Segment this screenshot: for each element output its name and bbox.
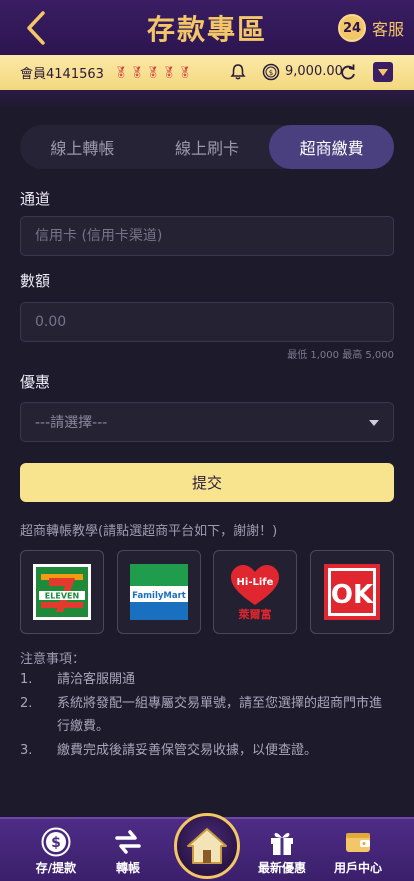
note-text: 繳費完成後請妥善保管交易收據，以便查證。 [57, 743, 318, 758]
medal-icon: 🏅︎ [145, 66, 160, 79]
channel-label: 通道 [20, 190, 51, 208]
balance-value: 9,000.00 [285, 64, 343, 79]
note-item: 2. 系統將發配一組專屬交易單號，請至您選擇的超商門市進行繳費。 [20, 692, 394, 738]
ok-mart-logo-icon: OK [323, 564, 380, 620]
member-id: 會員4141563 [20, 67, 104, 82]
svg-text:$: $ [269, 69, 273, 77]
amount-input[interactable] [35, 314, 379, 330]
hilife-text: 萊爾富 [238, 607, 272, 621]
tab-online-transfer[interactable]: 線上轉帳 [20, 125, 145, 169]
note-item: 3. 繳費完成後請妥善保管交易收據，以便查證。 [20, 739, 394, 762]
amount-field[interactable] [20, 302, 394, 342]
wallet-icon [346, 833, 370, 852]
hilife-logo-icon: Hi-Life 萊爾富 [231, 565, 280, 621]
note-text: 系統將發配一組專屬交易單號，請至您選擇的超商門市進行繳費。 [57, 696, 383, 734]
refresh-icon[interactable] [340, 63, 356, 81]
note-number: 1. [20, 672, 33, 687]
caret-down-icon [378, 68, 388, 76]
note-item: 1. 請洽客服開通 [20, 668, 394, 691]
nav-user-center[interactable]: 用戶中心 [328, 827, 388, 879]
top-bar: 存款專區 24 客服 [0, 0, 414, 55]
store-hilife[interactable]: Hi-Life 萊爾富 [213, 550, 298, 634]
nav-label: 存/提款 [35, 861, 77, 875]
nav-transfer[interactable]: 轉帳 [98, 827, 158, 879]
promo-selected-value: ---請選擇--- [35, 415, 108, 431]
service-label: 客服 [371, 20, 404, 39]
channel-field[interactable] [20, 216, 394, 256]
service-24h-icon: 24 [337, 14, 366, 42]
transfer-arrows-icon [115, 830, 141, 854]
tutorial-text: 超商轉帳教學(請點選超商平台如下，謝謝！) [20, 524, 278, 539]
medal-icon: 🏅︎ [113, 66, 128, 79]
dollar-coin-icon: $ [41, 827, 71, 857]
promo-label: 優惠 [20, 373, 51, 391]
tab-online-card[interactable]: 線上刷卡 [145, 125, 270, 169]
familymart-text: FamilyMart [132, 591, 186, 601]
ok-text: OK [331, 580, 374, 610]
amount-limit-hint: 最低 1,000 最高 5,000 [287, 350, 394, 361]
seven-eleven-logo-icon: ELEVEN [33, 564, 91, 620]
svg-text:Hi-Life: Hi-Life [237, 577, 274, 588]
payment-tabs: 線上轉帳 線上刷卡 超商繳費 [20, 125, 395, 169]
familymart-logo-icon: FamilyMart [129, 564, 188, 620]
store-7eleven[interactable]: ELEVEN [20, 550, 104, 634]
nav-label: 最新優惠 [257, 861, 306, 875]
nav-deposit-withdraw[interactable]: $ 存/提款 [26, 827, 86, 879]
medal-row: 🏅︎ 🏅︎ 🏅︎ 🏅︎ 🏅︎ [114, 67, 192, 78]
back-button[interactable] [18, 10, 54, 46]
seven-eleven-text: ELEVEN [45, 592, 79, 601]
store-ok[interactable]: OK [309, 550, 394, 634]
amount-label: 數額 [20, 272, 51, 290]
store-list: ELEVEN FamilyMart Hi-Life 萊爾富 OK [20, 550, 394, 634]
member-bar: 會員4141563 🏅︎ 🏅︎ 🏅︎ 🏅︎ 🏅︎ $ 9,000.00 [0, 55, 414, 90]
nav-home-button[interactable] [174, 813, 240, 879]
note-number: 2. [20, 696, 33, 711]
submit-button[interactable]: 提交 [20, 463, 394, 502]
nav-label: 轉帳 [115, 861, 140, 875]
notes-title: 注意事項： [20, 652, 86, 667]
chevron-left-icon [27, 11, 45, 45]
nav-label: 用戶中心 [333, 861, 382, 875]
note-number: 3. [20, 743, 33, 758]
channel-input[interactable] [35, 228, 379, 244]
coin-icon: $ [262, 63, 280, 81]
note-text: 請洽客服開通 [57, 672, 136, 687]
caret-down-icon [369, 420, 379, 426]
nav-promotions[interactable]: 最新優惠 [252, 827, 312, 879]
tab-convenience-store[interactable]: 超商繳費 [269, 125, 395, 169]
medal-icon: 🏅︎ [161, 66, 176, 79]
medal-icon: 🏅︎ [129, 66, 144, 79]
header-shadow [0, 90, 414, 110]
svg-text:$: $ [51, 835, 61, 851]
page-title: 存款專區 [146, 12, 267, 46]
bell-icon[interactable] [229, 63, 247, 81]
account-dropdown-button[interactable] [373, 62, 393, 82]
gift-icon [271, 832, 293, 855]
store-familymart[interactable]: FamilyMart [116, 550, 201, 634]
customer-service-button[interactable]: 24 客服 [337, 13, 404, 43]
medal-icon: 🏅︎ [177, 66, 192, 79]
home-icon [187, 828, 227, 864]
promo-select[interactable]: ---請選擇--- [20, 402, 394, 442]
